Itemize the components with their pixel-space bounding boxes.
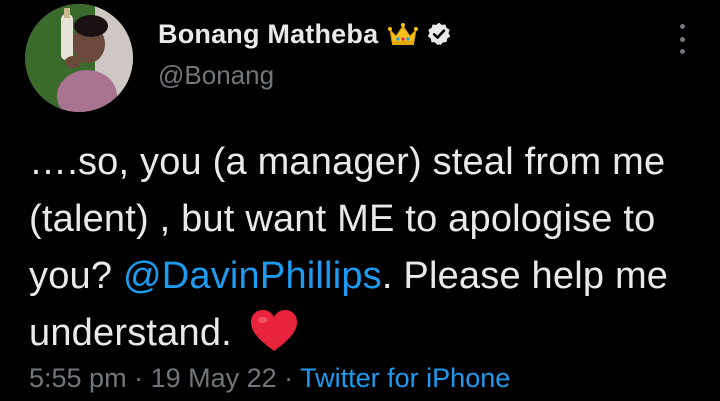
tweet-header: Bonang Matheba @Bonang (158, 16, 452, 91)
meta-separator: · (126, 363, 151, 393)
avatar-photo (25, 4, 133, 112)
tweet-meta: 5:55 pm · 19 May 22 · Twitter for iPhone (29, 363, 510, 394)
avatar[interactable] (25, 4, 133, 112)
heart-icon (249, 309, 299, 353)
tweet-source-link[interactable]: Twitter for iPhone (300, 363, 510, 393)
tweet-card: Bonang Matheba @Bonang ….so, you (a mana… (0, 0, 720, 401)
more-options-icon[interactable] (674, 24, 690, 54)
meta-separator: · (276, 363, 301, 393)
display-name[interactable]: Bonang Matheba (158, 19, 378, 50)
crown-icon (388, 22, 419, 46)
verified-badge-icon (426, 21, 452, 47)
mention-link[interactable]: @DavinPhillips (123, 255, 382, 297)
tweet-date[interactable]: 19 May 22 (151, 363, 277, 393)
handle[interactable]: @Bonang (158, 60, 452, 91)
name-row: Bonang Matheba (158, 16, 452, 52)
tweet-time[interactable]: 5:55 pm (29, 363, 127, 393)
tweet-text: ….so, you (a manager) steal from me (tal… (29, 134, 699, 362)
